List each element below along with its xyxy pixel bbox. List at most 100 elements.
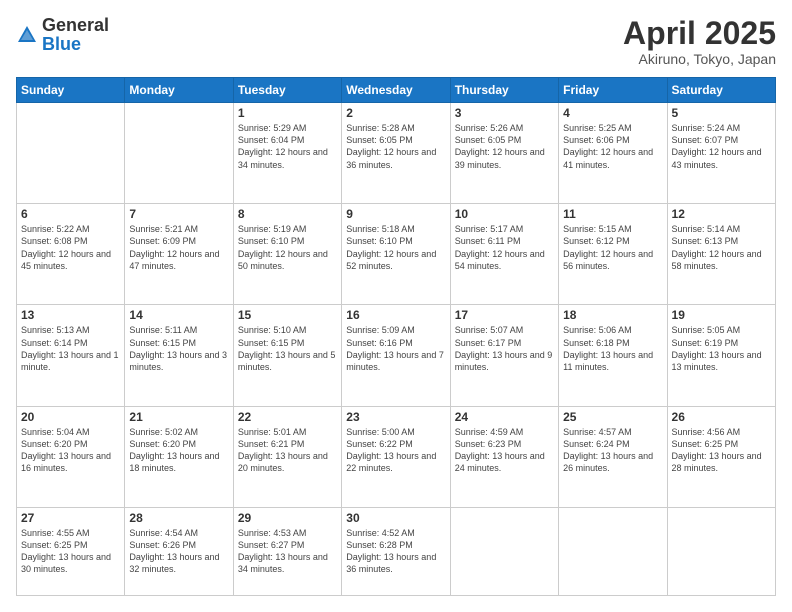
day-info: Sunrise: 5:13 AM Sunset: 6:14 PM Dayligh… [21, 324, 120, 373]
table-row: 16 Sunrise: 5:09 AM Sunset: 6:16 PM Dayli… [342, 305, 450, 406]
day-number: 1 [238, 106, 337, 120]
header-tuesday: Tuesday [233, 78, 341, 103]
day-number: 9 [346, 207, 445, 221]
header-saturday: Saturday [667, 78, 775, 103]
logo-blue: Blue [42, 34, 81, 54]
day-info: Sunrise: 5:01 AM Sunset: 6:21 PM Dayligh… [238, 426, 337, 475]
calendar-week-row: 20 Sunrise: 5:04 AM Sunset: 6:20 PM Dayli… [17, 406, 776, 507]
header-sunday: Sunday [17, 78, 125, 103]
day-info: Sunrise: 5:18 AM Sunset: 6:10 PM Dayligh… [346, 223, 445, 272]
table-row: 9 Sunrise: 5:18 AM Sunset: 6:10 PM Daylig… [342, 204, 450, 305]
table-row: 7 Sunrise: 5:21 AM Sunset: 6:09 PM Daylig… [125, 204, 233, 305]
day-number: 30 [346, 511, 445, 525]
calendar-week-row: 6 Sunrise: 5:22 AM Sunset: 6:08 PM Daylig… [17, 204, 776, 305]
table-row: 15Sunrise: 5:10 AM Sunset: 6:15 PM Dayli… [233, 305, 341, 406]
day-info: Sunrise: 4:59 AM Sunset: 6:23 PM Dayligh… [455, 426, 554, 475]
day-number: 18 [563, 308, 662, 322]
table-row: 3 Sunrise: 5:26 AM Sunset: 6:05 PM Daylig… [450, 103, 558, 204]
table-row: 19 Sunrise: 5:05 AM Sunset: 6:19 PM Dayli… [667, 305, 775, 406]
table-row: 24 Sunrise: 4:59 AM Sunset: 6:23 PM Dayli… [450, 406, 558, 507]
day-number: 21 [129, 410, 228, 424]
day-number: 16 [346, 308, 445, 322]
day-number: 17 [455, 308, 554, 322]
table-row [17, 103, 125, 204]
day-info: Sunrise: 5:09 AM Sunset: 6:16 PM Dayligh… [346, 324, 445, 373]
table-row: 18 Sunrise: 5:06 AM Sunset: 6:18 PM Dayli… [559, 305, 667, 406]
table-row: 10 Sunrise: 5:17 AM Sunset: 6:11 PM Dayli… [450, 204, 558, 305]
table-row: 13 Sunrise: 5:13 AM Sunset: 6:14 PM Dayli… [17, 305, 125, 406]
day-info: Sunrise: 5:04 AM Sunset: 6:20 PM Dayligh… [21, 426, 120, 475]
day-number: 5 [672, 106, 771, 120]
day-number: 7 [129, 207, 228, 221]
day-number: 12 [672, 207, 771, 221]
day-number: 19 [672, 308, 771, 322]
table-row: 1 Sunrise: 5:29 AM Sunset: 6:04 PM Daylig… [233, 103, 341, 204]
table-row: 2 Sunrise: 5:28 AM Sunset: 6:05 PM Daylig… [342, 103, 450, 204]
table-row: 11Sunrise: 5:15 AM Sunset: 6:12 PM Dayli… [559, 204, 667, 305]
day-info: Sunrise: 5:10 AM Sunset: 6:15 PM Dayligh… [238, 324, 337, 373]
table-row: 25Sunrise: 4:57 AM Sunset: 6:24 PM Dayli… [559, 406, 667, 507]
title-block: April 2025 Akiruno, Tokyo, Japan [623, 16, 776, 67]
day-number: 4 [563, 106, 662, 120]
table-row: 20 Sunrise: 5:04 AM Sunset: 6:20 PM Dayli… [17, 406, 125, 507]
logo-icon [16, 24, 38, 46]
table-row: 23 Sunrise: 5:00 AM Sunset: 6:22 PM Dayli… [342, 406, 450, 507]
day-number: 2 [346, 106, 445, 120]
logo-text: General Blue [42, 16, 109, 54]
calendar-week-row: 27Sunrise: 4:55 AM Sunset: 6:25 PM Dayli… [17, 507, 776, 595]
day-info: Sunrise: 5:19 AM Sunset: 6:10 PM Dayligh… [238, 223, 337, 272]
day-info: Sunrise: 5:21 AM Sunset: 6:09 PM Dayligh… [129, 223, 228, 272]
day-number: 23 [346, 410, 445, 424]
day-info: Sunrise: 5:00 AM Sunset: 6:22 PM Dayligh… [346, 426, 445, 475]
day-number: 10 [455, 207, 554, 221]
day-info: Sunrise: 4:53 AM Sunset: 6:27 PM Dayligh… [238, 527, 337, 576]
header-monday: Monday [125, 78, 233, 103]
table-row: 28 Sunrise: 4:54 AM Sunset: 6:26 PM Dayli… [125, 507, 233, 595]
day-number: 6 [21, 207, 120, 221]
day-info: Sunrise: 5:07 AM Sunset: 6:17 PM Dayligh… [455, 324, 554, 373]
day-info: Sunrise: 5:29 AM Sunset: 6:04 PM Dayligh… [238, 122, 337, 171]
day-number: 13 [21, 308, 120, 322]
day-info: Sunrise: 5:17 AM Sunset: 6:11 PM Dayligh… [455, 223, 554, 272]
day-number: 22 [238, 410, 337, 424]
logo: General Blue [16, 16, 109, 54]
header-wednesday: Wednesday [342, 78, 450, 103]
table-row: 27Sunrise: 4:55 AM Sunset: 6:25 PM Dayli… [17, 507, 125, 595]
day-number: 11 [563, 207, 662, 221]
table-row [559, 507, 667, 595]
day-number: 24 [455, 410, 554, 424]
table-row: 17 Sunrise: 5:07 AM Sunset: 6:17 PM Dayli… [450, 305, 558, 406]
header: General Blue April 2025 Akiruno, Tokyo, … [16, 16, 776, 67]
day-info: Sunrise: 5:05 AM Sunset: 6:19 PM Dayligh… [672, 324, 771, 373]
table-row: 4 Sunrise: 5:25 AM Sunset: 6:06 PM Daylig… [559, 103, 667, 204]
table-row: 21 Sunrise: 5:02 AM Sunset: 6:20 PM Dayli… [125, 406, 233, 507]
day-info: Sunrise: 5:26 AM Sunset: 6:05 PM Dayligh… [455, 122, 554, 171]
day-number: 27 [21, 511, 120, 525]
day-number: 28 [129, 511, 228, 525]
header-friday: Friday [559, 78, 667, 103]
main-title: April 2025 [623, 16, 776, 51]
day-info: Sunrise: 4:52 AM Sunset: 6:28 PM Dayligh… [346, 527, 445, 576]
day-number: 3 [455, 106, 554, 120]
day-info: Sunrise: 5:28 AM Sunset: 6:05 PM Dayligh… [346, 122, 445, 171]
day-info: Sunrise: 5:14 AM Sunset: 6:13 PM Dayligh… [672, 223, 771, 272]
calendar-table: Sunday Monday Tuesday Wednesday Thursday… [16, 77, 776, 596]
table-row [125, 103, 233, 204]
table-row [667, 507, 775, 595]
day-info: Sunrise: 5:06 AM Sunset: 6:18 PM Dayligh… [563, 324, 662, 373]
day-info: Sunrise: 5:02 AM Sunset: 6:20 PM Dayligh… [129, 426, 228, 475]
page: General Blue April 2025 Akiruno, Tokyo, … [0, 0, 792, 612]
table-row: 26Sunrise: 4:56 AM Sunset: 6:25 PM Dayli… [667, 406, 775, 507]
header-thursday: Thursday [450, 78, 558, 103]
day-info: Sunrise: 4:54 AM Sunset: 6:26 PM Dayligh… [129, 527, 228, 576]
table-row: 29Sunrise: 4:53 AM Sunset: 6:27 PM Dayli… [233, 507, 341, 595]
day-info: Sunrise: 5:22 AM Sunset: 6:08 PM Dayligh… [21, 223, 120, 272]
day-number: 25 [563, 410, 662, 424]
day-number: 20 [21, 410, 120, 424]
table-row: 12 Sunrise: 5:14 AM Sunset: 6:13 PM Dayli… [667, 204, 775, 305]
weekday-header-row: Sunday Monday Tuesday Wednesday Thursday… [17, 78, 776, 103]
day-info: Sunrise: 5:11 AM Sunset: 6:15 PM Dayligh… [129, 324, 228, 373]
day-info: Sunrise: 4:56 AM Sunset: 6:25 PM Dayligh… [672, 426, 771, 475]
day-info: Sunrise: 5:25 AM Sunset: 6:06 PM Dayligh… [563, 122, 662, 171]
logo-general: General [42, 15, 109, 35]
